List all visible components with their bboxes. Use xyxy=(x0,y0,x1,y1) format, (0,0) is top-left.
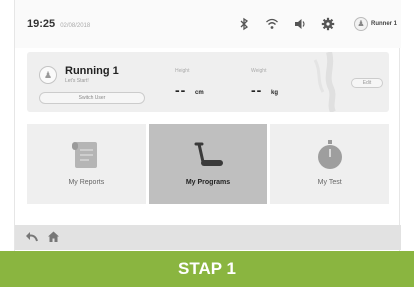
device-screen: 19:25 02/08/2018 ♟ Runner 1 ♟ Running 1 … xyxy=(14,0,401,287)
height-value: -- xyxy=(175,82,187,98)
profile-avatar-icon: ♟ xyxy=(39,66,57,84)
bottom-nav-bar xyxy=(15,225,401,250)
home-icon[interactable] xyxy=(47,230,60,246)
tile-my-reports[interactable]: My Reports xyxy=(27,124,146,204)
clock-time: 19:25 xyxy=(27,18,56,30)
clock: 19:25 02/08/2018 xyxy=(27,18,90,30)
tile-label: My Test xyxy=(317,179,342,186)
user-avatar-icon: ♟ xyxy=(353,17,368,31)
wifi-icon[interactable] xyxy=(265,17,279,31)
back-icon[interactable] xyxy=(25,230,38,246)
weight-metric: Weight -- kg xyxy=(251,68,278,98)
tile-my-programs[interactable]: My Programs xyxy=(148,124,268,204)
tile-label: My Reports xyxy=(68,179,105,186)
weight-unit: kg xyxy=(271,90,279,96)
height-unit: cm xyxy=(195,90,204,96)
reports-icon xyxy=(72,142,98,168)
profile-card: ♟ Running 1 Let's Start! Switch User Hei… xyxy=(27,52,389,112)
edit-profile-button[interactable]: Edit xyxy=(351,78,383,88)
height-label: Height xyxy=(175,68,190,74)
switch-user-button[interactable]: Switch User xyxy=(39,92,145,104)
treadmill-icon xyxy=(194,142,223,166)
runner-silhouette-decoration xyxy=(313,52,336,112)
menu-tiles: My Reports My Programs My Test xyxy=(27,124,390,204)
tile-label: My Programs xyxy=(185,179,231,186)
weight-label: Weight xyxy=(251,68,267,74)
stopwatch-icon xyxy=(317,140,342,169)
height-metric: Height -- cm xyxy=(175,68,204,98)
weight-value: -- xyxy=(251,82,263,98)
status-bar: 19:25 02/08/2018 ♟ Runner 1 xyxy=(15,0,401,48)
clock-date: 02/08/2018 xyxy=(60,23,91,29)
status-icons xyxy=(237,14,335,34)
bluetooth-icon[interactable] xyxy=(237,17,251,31)
volume-icon[interactable] xyxy=(293,17,307,31)
step-banner: STAP 1 xyxy=(0,251,414,287)
profile-subtitle: Let's Start! xyxy=(65,78,89,84)
profile-name: Running 1 xyxy=(65,65,119,77)
settings-icon[interactable] xyxy=(321,17,335,31)
current-user[interactable]: ♟ Runner 1 xyxy=(353,16,397,32)
current-user-name: Runner 1 xyxy=(370,21,397,27)
tile-my-test[interactable]: My Test xyxy=(270,124,390,204)
